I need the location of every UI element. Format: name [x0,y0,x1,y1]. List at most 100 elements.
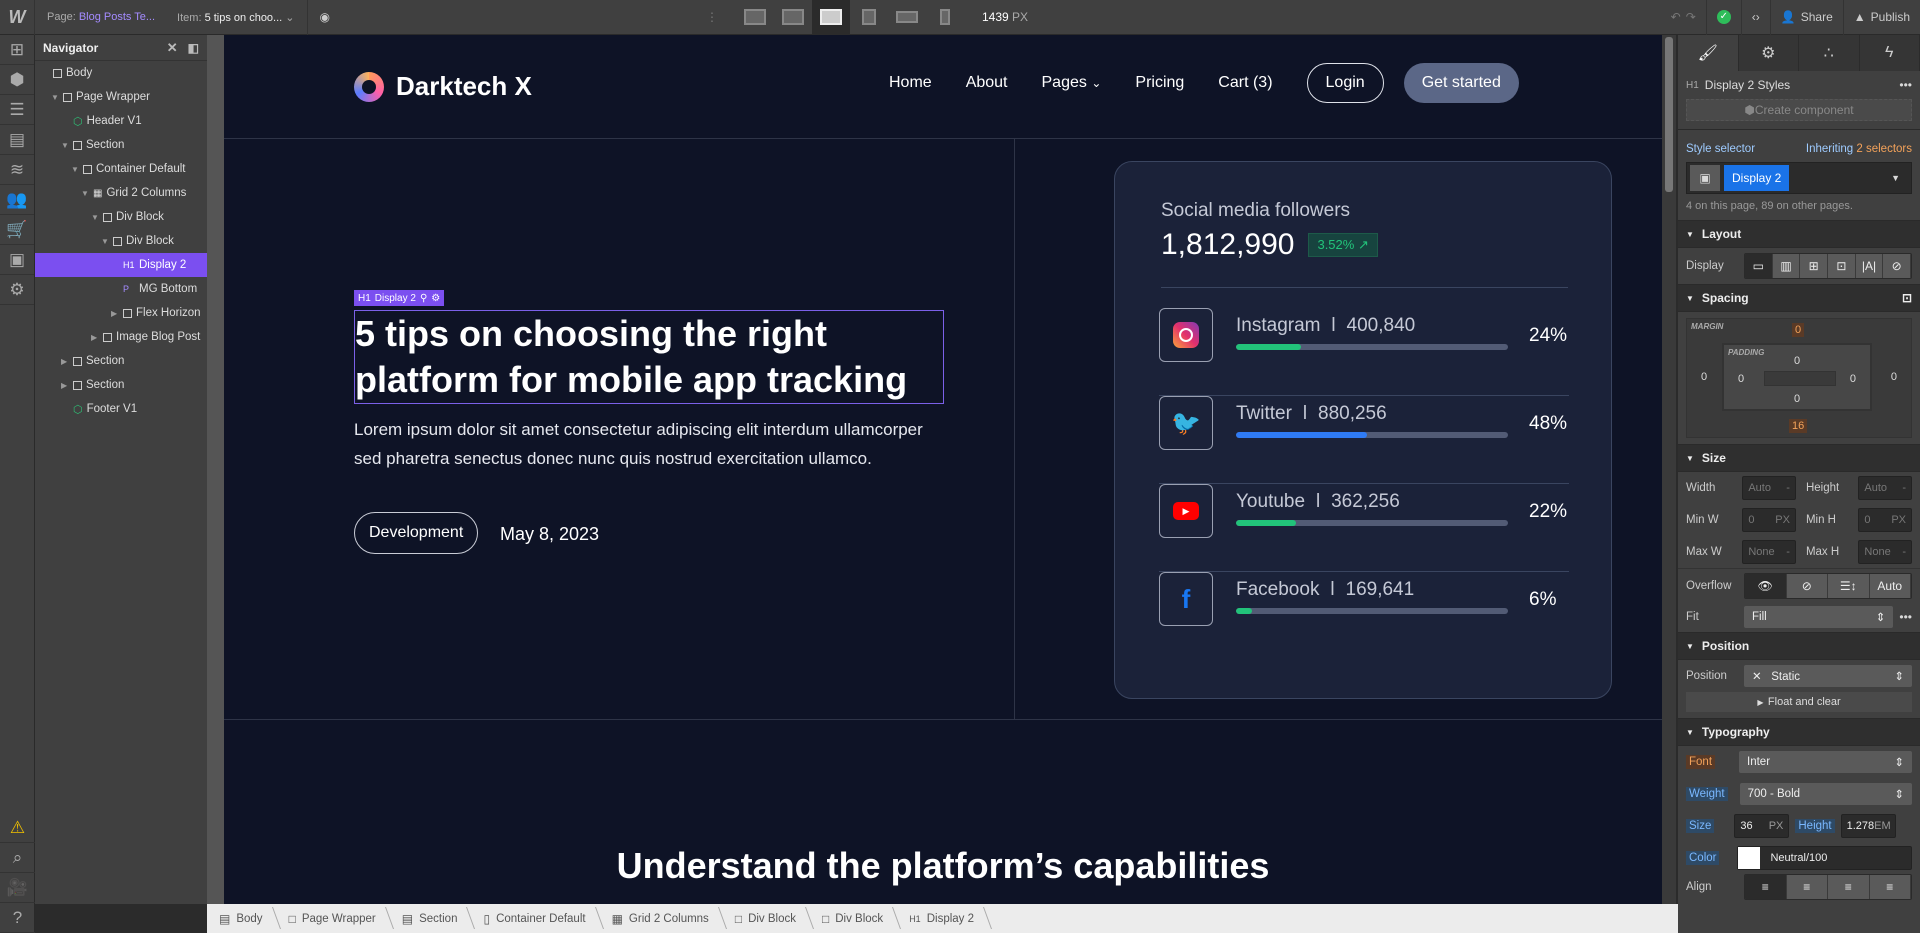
navigator-item[interactable]: ▼Div Block [35,205,207,229]
overflow-hidden-icon[interactable]: ⊘ [1787,574,1829,598]
more-icon[interactable]: ••• [1899,610,1912,624]
navigator-scrollbar[interactable] [207,35,224,904]
breadcrumb-item[interactable]: ▤Section [390,904,472,933]
share-button[interactable]: 👤Share [1770,0,1843,35]
navigator-item[interactable]: ▼▦Grid 2 Columns [35,181,207,205]
max-height-input[interactable]: None- [1858,540,1912,564]
margin-bottom[interactable]: 16 [1789,419,1807,433]
canvas-scrollbar[interactable] [1662,35,1676,904]
webflow-logo[interactable]: W [0,0,35,35]
expand-arrow-icon[interactable]: ▼ [61,141,69,150]
display-none-icon[interactable]: ⊘ [1883,254,1911,278]
layout-section-header[interactable]: ▼Layout [1678,220,1920,248]
breakpoint-desktop-l[interactable] [774,0,812,35]
display-flex-icon[interactable]: ▥ [1773,254,1801,278]
page-selector[interactable]: Page: Blog Posts Te... [47,11,155,23]
close-icon[interactable]: ✕ [167,40,178,56]
float-and-clear-button[interactable]: ▶ Float and clear [1686,692,1912,712]
breadcrumb-item[interactable]: ▦Grid 2 Columns [600,904,723,933]
assets-icon[interactable]: ▣ [0,245,34,275]
max-width-input[interactable]: None- [1742,540,1796,564]
padding-right[interactable]: 0 [1850,373,1856,385]
breakpoint-tablet[interactable] [850,0,888,35]
nav-pricing[interactable]: Pricing [1135,74,1184,92]
min-width-input[interactable]: 0PX [1742,508,1796,532]
min-height-input[interactable]: 0PX [1858,508,1912,532]
margin-right[interactable]: 0 [1891,371,1897,383]
search-icon[interactable]: ⌕ [0,843,35,873]
spacing-section-header[interactable]: ▼Spacing⊡ [1678,284,1920,312]
navigator-item[interactable]: ▶Image Blog Post [35,325,207,349]
expand-arrow-icon[interactable]: ▶ [61,381,69,390]
overflow-scroll-icon[interactable]: ☰↕ [1828,574,1870,598]
pages-icon[interactable]: ▤ [0,125,34,155]
lightning-tab-icon[interactable]: ϟ [1860,35,1920,71]
navigator-item[interactable]: ▼Page Wrapper [35,85,207,109]
breadcrumb-item[interactable]: H1Display 2 [897,904,988,933]
code-icon[interactable]: ‹› [1741,0,1770,35]
breakpoint-desktop-xl[interactable] [736,0,774,35]
nav-pages[interactable]: Pages ⌄ [1042,74,1102,92]
overflow-visible-eye-icon[interactable]: 👁 [1745,574,1787,598]
fit-select[interactable]: Fill⇕ [1744,606,1893,628]
ecommerce-icon[interactable]: 🛒 [0,215,34,245]
position-section-header[interactable]: ▼Position [1678,632,1920,660]
margin-left[interactable]: 0 [1701,371,1707,383]
inheriting-info[interactable]: Inheriting 2 selectors [1806,143,1912,155]
expand-arrow-icon[interactable]: ▼ [71,165,79,174]
help-icon[interactable]: ? [0,903,35,933]
overflow-auto-button[interactable]: Auto [1870,574,1912,598]
breakpoint-mobile[interactable] [926,0,964,35]
warning-icon[interactable]: ⚠ [0,813,35,843]
users-icon[interactable]: 👥 [0,185,34,215]
align-right-icon[interactable]: ≡ [1828,875,1870,899]
breadcrumb-item[interactable]: □Page Wrapper [277,904,390,933]
size-section-header[interactable]: ▼Size [1678,444,1920,472]
navigator-item[interactable]: ▶Section [35,373,207,397]
align-justify-icon[interactable]: ≡ [1870,875,1912,899]
item-selector[interactable]: Item: 5 tips on choo... ⌄ [177,11,294,24]
breadcrumb-item[interactable]: ▯Container Default [471,904,599,933]
navigator-item[interactable]: Body [35,61,207,85]
expand-arrow-icon[interactable]: ▼ [91,213,99,222]
padding-left[interactable]: 0 [1738,373,1744,385]
navigator-item[interactable]: PMG Bottom [35,277,207,301]
align-center-icon[interactable]: ≡ [1787,875,1829,899]
interactions-tab-drops-icon[interactable]: ∴ [1799,35,1860,71]
navigator-icon[interactable]: ☰ [0,95,34,125]
settings-icon[interactable]: ⚙ [0,275,34,305]
navigator-item[interactable]: ▼Container Default [35,157,207,181]
nav-cart[interactable]: Cart (3) [1218,74,1272,92]
selector-mode-icon[interactable]: ▣ [1690,165,1720,191]
expand-arrow-icon[interactable]: ▼ [51,93,59,102]
font-select[interactable]: Inter⇕ [1739,751,1912,773]
navigator-item[interactable]: ⬡Header V1 [35,109,207,133]
dock-icon[interactable]: ◧ [188,41,199,55]
padding-top[interactable]: 0 [1794,355,1800,367]
preview-eye-icon[interactable]: ◉ [320,10,330,24]
video-icon[interactable]: 🎥 [0,873,35,903]
padding-bottom[interactable]: 0 [1794,393,1800,405]
line-height-input[interactable]: 1.278EM [1841,814,1896,838]
expand-arrow-icon[interactable]: ▼ [81,189,89,198]
style-tab-brush-icon[interactable]: 🖌 [1678,35,1739,71]
align-left-icon[interactable]: ≡ [1745,875,1787,899]
width-input[interactable]: Auto- [1742,476,1796,500]
selection-label[interactable]: H1Display 2⚲⚙ [354,290,444,306]
breakpoint-mobile-landscape[interactable] [888,0,926,35]
display-inline-icon[interactable]: |A| [1856,254,1884,278]
height-input[interactable]: Auto- [1858,476,1912,500]
hero-heading[interactable]: 5 tips on choosing the right platform fo… [354,310,944,404]
category-badge[interactable]: Development [354,512,478,554]
undo-redo[interactable]: ↶ ↷ [1661,0,1706,35]
class-selector-input[interactable]: ▣ Display 2 ▼ [1686,162,1912,194]
publish-button[interactable]: ▲Publish [1843,0,1920,35]
status-check-icon[interactable]: ✓ [1706,0,1741,35]
breadcrumb-item[interactable]: ▤Body [207,904,277,933]
typography-section-header[interactable]: ▼Typography [1678,718,1920,746]
breadcrumb-item[interactable]: □Div Block [810,904,897,933]
expand-arrow-icon[interactable]: ▶ [111,309,119,318]
font-size-input[interactable]: 36PX [1734,814,1789,838]
color-input[interactable]: Neutral/100 [1737,846,1912,870]
cms-icon[interactable]: ≋ [0,155,34,185]
